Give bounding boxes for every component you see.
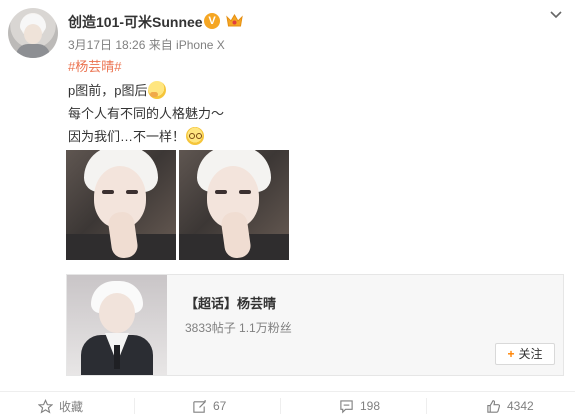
- verified-icon: V: [204, 13, 220, 29]
- like-count: 4342: [507, 399, 534, 413]
- follow-label: 关注: [518, 347, 543, 361]
- dizzy-emoji-icon: [186, 127, 205, 145]
- avatar[interactable]: [8, 8, 58, 58]
- crown-icon: [226, 14, 243, 27]
- comment-button[interactable]: 198: [339, 396, 380, 416]
- repost-count: 67: [213, 399, 227, 413]
- repost-button[interactable]: 67: [192, 396, 226, 416]
- super-topic-cover: [67, 275, 167, 375]
- username[interactable]: 创造101-可米Sunnee: [68, 12, 203, 32]
- chevron-down-icon[interactable]: [548, 6, 564, 22]
- thinking-emoji-icon: [148, 81, 167, 99]
- super-topic-stats: 3833帖子 1.1万粉丝: [185, 321, 292, 335]
- follow-button[interactable]: + 关注: [495, 343, 555, 365]
- topic-link[interactable]: #杨芸晴#: [68, 56, 121, 75]
- post-text-1: p图前，p图后: [68, 83, 148, 98]
- post-text-line-3: 因为我们…不一样！: [68, 126, 205, 145]
- plus-icon: +: [507, 347, 515, 361]
- post-text-3: 因为我们…不一样！: [68, 129, 186, 144]
- collect-button[interactable]: 收藏: [38, 396, 83, 416]
- post-photo-after[interactable]: [179, 150, 289, 260]
- star-icon: [38, 398, 53, 413]
- repost-icon: [193, 399, 206, 413]
- divider: [134, 398, 135, 414]
- post-text-line-2: 每个人有不同的人格魅力～: [68, 103, 224, 122]
- post-text-line-1: p图前，p图后: [68, 80, 167, 99]
- post-photo-before[interactable]: [66, 150, 176, 260]
- comment-icon: [340, 399, 353, 413]
- post-text-2: 每个人有不同的人格魅力～: [68, 106, 225, 121]
- divider: [280, 398, 281, 414]
- collect-label: 收藏: [59, 399, 84, 414]
- post-meta: 3月17日 18:26 来自 iPhone X: [68, 38, 225, 52]
- thumbs-up-icon: [487, 399, 501, 413]
- like-button[interactable]: 4342: [486, 396, 534, 416]
- super-topic-card[interactable]: 【超话】杨芸晴 3833帖子 1.1万粉丝 + 关注: [66, 274, 564, 376]
- super-topic-title[interactable]: 【超话】杨芸晴: [185, 293, 276, 312]
- divider: [426, 398, 427, 414]
- divider: [0, 391, 575, 392]
- comment-count: 198: [360, 399, 381, 413]
